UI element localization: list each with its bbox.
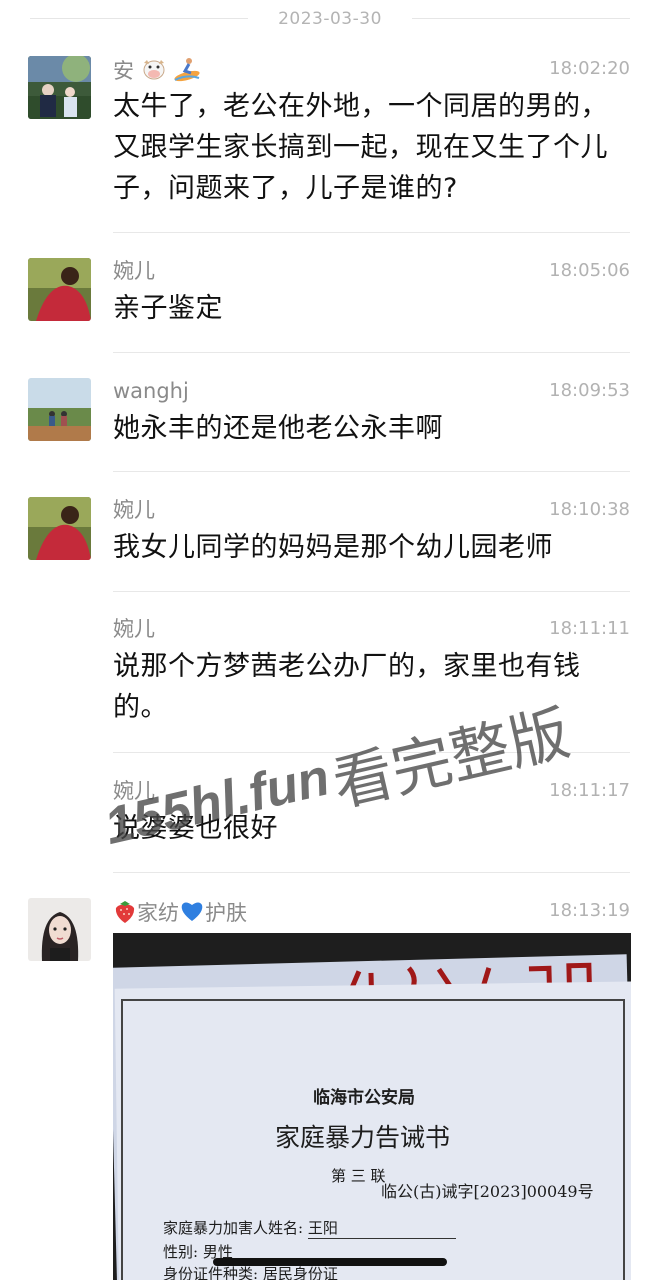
sender-name: 婉儿: [113, 779, 155, 803]
avatar[interactable]: [28, 497, 91, 560]
sender-name: 婉儿: [113, 498, 155, 522]
message-text[interactable]: 说那个方梦茜老公办厂的，家里也有钱 的。: [113, 646, 630, 728]
message-text[interactable]: 她永丰的还是他老公永丰啊: [113, 408, 630, 449]
message-time: 18:13:19: [549, 900, 630, 921]
cow-emoji-icon: [141, 57, 167, 87]
sender-name: 婉儿: [113, 617, 155, 641]
sender-name: 婉儿: [113, 259, 155, 283]
doc-copy: 第 三 联: [331, 1167, 386, 1185]
divider: [113, 752, 630, 753]
surfer-emoji-icon: [173, 56, 201, 88]
avatar[interactable]: [28, 258, 91, 321]
message-time: 18:11:11: [549, 618, 630, 639]
message-text[interactable]: 我女儿同学的妈妈是那个幼儿园老师: [113, 527, 630, 568]
strawberry-emoji-icon: [113, 898, 137, 930]
avatar[interactable]: [28, 56, 91, 119]
message-time: 18:02:20: [549, 58, 630, 79]
divider: [113, 471, 630, 472]
avatar[interactable]: [28, 898, 91, 961]
shared-photo[interactable]: 临海市公安局 家庭暴力告诫书 第 三 联 临公(古)诫字[2023]00049号…: [113, 933, 631, 1280]
message-text[interactable]: 亲子鉴定: [113, 288, 630, 329]
date-separator: 2023-03-30: [0, 0, 660, 38]
message-time: 18:09:53: [549, 380, 630, 401]
message-text[interactable]: 太牛了，老公在外地，一个同居的男的， 又跟学生家长搞到一起，现在又生了个儿 子，…: [113, 86, 630, 209]
sender-name: 安: [113, 56, 201, 88]
doc-number: 临公(古)诫字[2023]00049号: [381, 1182, 594, 1201]
divider: [113, 872, 630, 873]
blue-heart-emoji-icon: [179, 899, 205, 929]
avatar[interactable]: [28, 378, 91, 441]
message-time: 18:11:17: [549, 780, 630, 801]
divider: [113, 352, 630, 353]
divider: [113, 591, 630, 592]
doc-issuer: 临海市公安局: [313, 1088, 415, 1108]
sender-name: wanghj: [113, 379, 189, 403]
doc-field-name: 家庭暴力加害人姓名: 王阳: [163, 1217, 456, 1239]
doc-title: 家庭暴力告诫书: [275, 1123, 451, 1152]
sender-name: 家纺 护肤: [113, 898, 247, 930]
date-line-right: [412, 18, 630, 19]
message-time: 18:05:06: [549, 260, 630, 281]
message-time: 18:10:38: [549, 499, 630, 520]
divider: [113, 232, 630, 233]
home-indicator[interactable]: [213, 1258, 447, 1266]
date-label: 2023-03-30: [278, 9, 382, 29]
message-text[interactable]: 说婆婆也很好: [113, 808, 630, 849]
